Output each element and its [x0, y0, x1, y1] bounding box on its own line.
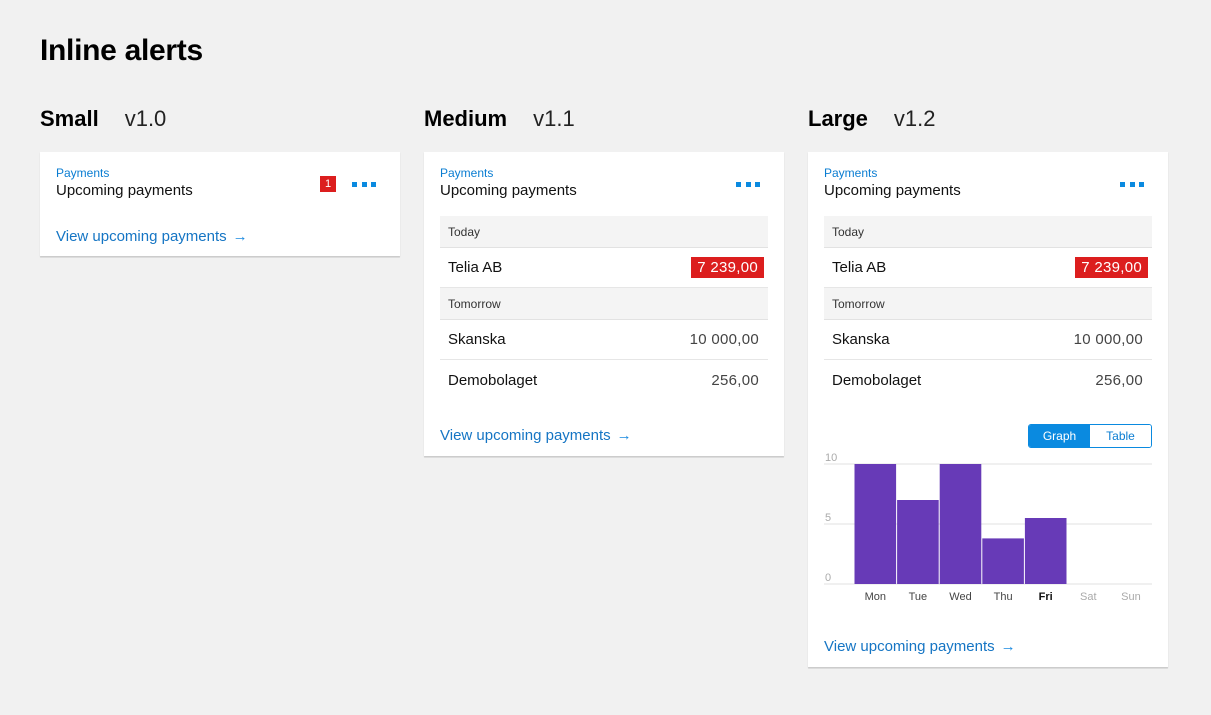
size-label: Medium	[424, 106, 508, 131]
view-upcoming-payments-link[interactable]: View upcoming payments →	[824, 638, 1016, 655]
column-medium: Medium v1.1 Payments Upcoming payments T…	[424, 106, 784, 456]
toggle-graph-button[interactable]: Graph	[1029, 425, 1090, 447]
view-toggle: Graph Table	[1028, 424, 1152, 448]
bar-tue	[897, 500, 939, 584]
payee-name: Skanska	[448, 331, 506, 348]
payments-card-small: Payments Upcoming payments 1 View upcomi…	[40, 152, 400, 256]
payee-name: Skanska	[832, 331, 890, 348]
more-horizontal-icon-dot	[371, 181, 376, 187]
version-label: v1.2	[893, 106, 936, 131]
payment-amount: 10 000,00	[1073, 331, 1143, 348]
more-horizontal-icon-dot	[755, 181, 760, 187]
card-header: Payments Upcoming payments 1	[56, 152, 384, 212]
card-category: Payments	[824, 166, 878, 180]
payments-bar-chart: 0 5 10 Mon Tue Wed Thu Fri Sat Sun	[824, 452, 1152, 612]
more-options-button[interactable]	[736, 180, 760, 188]
group-header-tomorrow: Tomorrow	[440, 288, 768, 320]
group-header-tomorrow: Tomorrow	[824, 288, 1152, 320]
more-horizontal-icon-dot	[736, 181, 741, 187]
bar-thu	[982, 538, 1024, 584]
link-label: View upcoming payments	[440, 427, 611, 444]
chart-svg: 0 5 10 Mon Tue Wed Thu Fri Sat Sun	[824, 452, 1152, 603]
payment-amount: 10 000,00	[689, 331, 759, 348]
column-heading: Medium v1.1	[424, 106, 784, 136]
more-horizontal-icon-dot	[352, 181, 357, 187]
column-heading: Large v1.2	[808, 106, 1168, 136]
column-large: Large v1.2 Payments Upcoming payments To…	[808, 106, 1168, 667]
payment-amount-overdue: 7 239,00	[1075, 257, 1148, 278]
y-tick-label: 10	[825, 452, 837, 464]
bar-wed	[939, 464, 982, 584]
more-horizontal-icon-dot	[361, 181, 367, 187]
y-tick-label: 5	[825, 512, 831, 524]
payments-card-medium: Payments Upcoming payments Today Telia A…	[424, 152, 784, 456]
x-tick-label-sun: Sun	[1121, 591, 1141, 603]
card-title: Upcoming payments	[824, 182, 961, 199]
x-tick-label-sat: Sat	[1080, 591, 1097, 603]
toggle-table-button[interactable]: Table	[1090, 425, 1151, 447]
link-label: View upcoming payments	[56, 228, 227, 245]
view-upcoming-payments-link[interactable]: View upcoming payments →	[56, 228, 248, 245]
payment-amount: 256,00	[1095, 371, 1143, 389]
view-upcoming-payments-link[interactable]: View upcoming payments →	[440, 427, 632, 444]
arrow-right-icon: →	[616, 427, 632, 444]
x-tick-label-wed: Wed	[949, 591, 971, 603]
payment-row[interactable]: Telia AB 7 239,00	[440, 248, 768, 288]
payment-row[interactable]: Telia AB 7 239,00	[824, 248, 1152, 288]
column-small: Small v1.0 Payments Upcoming payments 1 …	[40, 106, 400, 256]
payment-row[interactable]: Demobolaget 256,00	[824, 360, 1152, 400]
column-heading: Small v1.0	[40, 106, 400, 136]
x-tick-label-tue: Tue	[909, 591, 928, 603]
arrow-right-icon: →	[232, 228, 248, 245]
payee-name: Demobolaget	[448, 371, 538, 389]
size-label: Large	[808, 106, 868, 131]
alert-count-badge: 1	[320, 176, 336, 192]
more-horizontal-icon-dot	[745, 181, 751, 187]
group-header-today: Today	[824, 216, 1152, 248]
page-title: Inline alerts	[40, 34, 203, 67]
arrow-right-icon: →	[1000, 638, 1016, 655]
more-horizontal-icon-dot	[1120, 181, 1125, 187]
payee-name: Telia AB	[448, 259, 503, 276]
payee-name: Telia AB	[832, 259, 887, 276]
version-label: v1.0	[124, 106, 167, 131]
more-horizontal-icon-dot	[1139, 181, 1144, 187]
x-tick-label-fri: Fri	[1039, 591, 1053, 603]
payment-amount: 256,00	[711, 371, 759, 389]
payment-amount-overdue: 7 239,00	[691, 257, 764, 278]
group-header-today: Today	[440, 216, 768, 248]
x-tick-label-mon: Mon	[865, 591, 886, 603]
more-options-button[interactable]	[352, 180, 376, 188]
card-header: Payments Upcoming payments	[824, 152, 1152, 212]
x-tick-label-thu: Thu	[994, 591, 1013, 603]
payment-row[interactable]: Skanska 10 000,00	[824, 320, 1152, 360]
link-label: View upcoming payments	[824, 638, 995, 655]
more-horizontal-icon-dot	[1129, 181, 1135, 187]
payments-card-large: Payments Upcoming payments Today Telia A…	[808, 152, 1168, 667]
more-options-button[interactable]	[1120, 180, 1144, 188]
size-label: Small	[40, 106, 99, 131]
payee-name: Demobolaget	[832, 371, 922, 389]
payments-list: Today Telia AB 7 239,00 Tomorrow Skanska…	[824, 216, 1152, 400]
payments-list: Today Telia AB 7 239,00 Tomorrow Skanska…	[440, 216, 768, 400]
card-header: Payments Upcoming payments	[440, 152, 768, 212]
bar-mon	[854, 464, 897, 584]
card-category: Payments	[440, 166, 494, 180]
y-tick-label: 0	[825, 572, 831, 584]
bar-fri	[1024, 518, 1067, 584]
payment-row[interactable]: Demobolaget 256,00	[440, 360, 768, 400]
version-label: v1.1	[533, 106, 575, 131]
payment-row[interactable]: Skanska 10 000,00	[440, 320, 768, 360]
card-title: Upcoming payments	[440, 182, 577, 199]
